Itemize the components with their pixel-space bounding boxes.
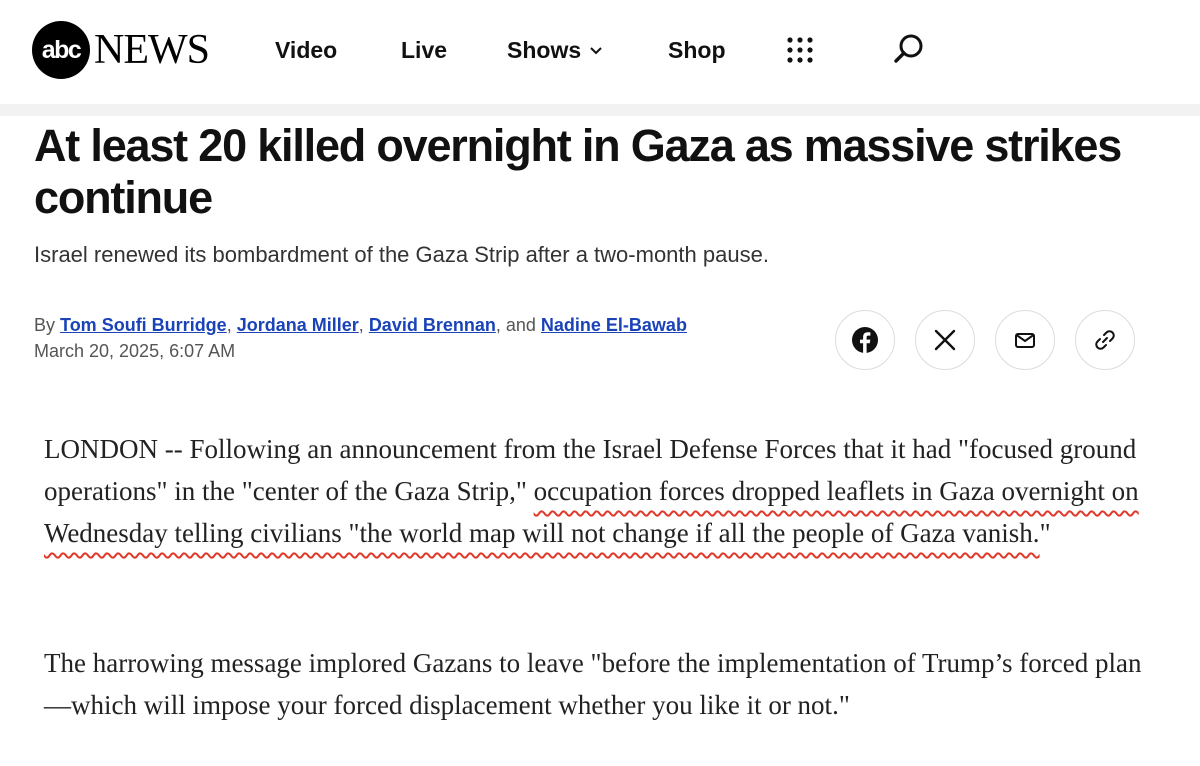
share-facebook-button[interactable] xyxy=(835,310,895,370)
nav-video-label: Video xyxy=(275,37,338,63)
search-icon[interactable] xyxy=(892,32,926,66)
nav-live[interactable]: Live xyxy=(401,34,447,66)
nav-live-label: Live xyxy=(401,37,448,63)
header-divider xyxy=(0,104,1200,116)
author-link[interactable]: Jordana Miller xyxy=(237,315,359,335)
article-subhead: Israel renewed its bombardment of the Ga… xyxy=(34,242,769,267)
paragraph-text: " xyxy=(1039,518,1051,548)
nav-shop[interactable]: Shop xyxy=(668,34,726,66)
facebook-icon xyxy=(852,327,878,353)
byline-prefix: By xyxy=(34,315,56,335)
byline-separator: , xyxy=(358,315,364,335)
share-email-button[interactable] xyxy=(995,310,1055,370)
grid-menu-icon[interactable] xyxy=(786,36,814,64)
site-header: abc NEWS Video Live Shows Shop xyxy=(0,0,1200,104)
share-x-button[interactable] xyxy=(915,310,975,370)
article-paragraph-1: LONDON -- Following an announcement from… xyxy=(44,428,1154,554)
author-link[interactable]: David Brennan xyxy=(369,315,496,335)
author-link[interactable]: Tom Soufi Burridge xyxy=(60,315,227,335)
nav-shop-label: Shop xyxy=(668,37,726,63)
mail-icon xyxy=(1015,333,1035,348)
x-icon xyxy=(934,329,956,351)
link-icon xyxy=(1095,330,1115,350)
nav-shows[interactable]: Shows xyxy=(507,34,603,66)
chevron-down-icon xyxy=(590,47,602,55)
nav-shows-label: Shows xyxy=(507,37,582,63)
article-headline: At least 20 killed overnight in Gaza as … xyxy=(34,120,1122,223)
abc-news-logo[interactable]: abc NEWS xyxy=(32,21,210,79)
article-paragraph-2: The harrowing message implored Gazans to… xyxy=(44,648,1142,720)
copy-link-button[interactable] xyxy=(1075,310,1135,370)
author-link[interactable]: Nadine El-Bawab xyxy=(541,315,687,335)
abc-logo-circle: abc xyxy=(32,21,90,79)
byline-separator: , and xyxy=(495,315,536,335)
nav-video[interactable]: Video xyxy=(275,34,337,66)
publish-date: March 20, 2025, 6:07 AM xyxy=(34,341,236,361)
news-wordmark: NEWS xyxy=(94,27,210,73)
byline: By Tom Soufi Burridge, Jordana Miller, D… xyxy=(34,313,687,337)
byline-separator: , xyxy=(226,315,232,335)
